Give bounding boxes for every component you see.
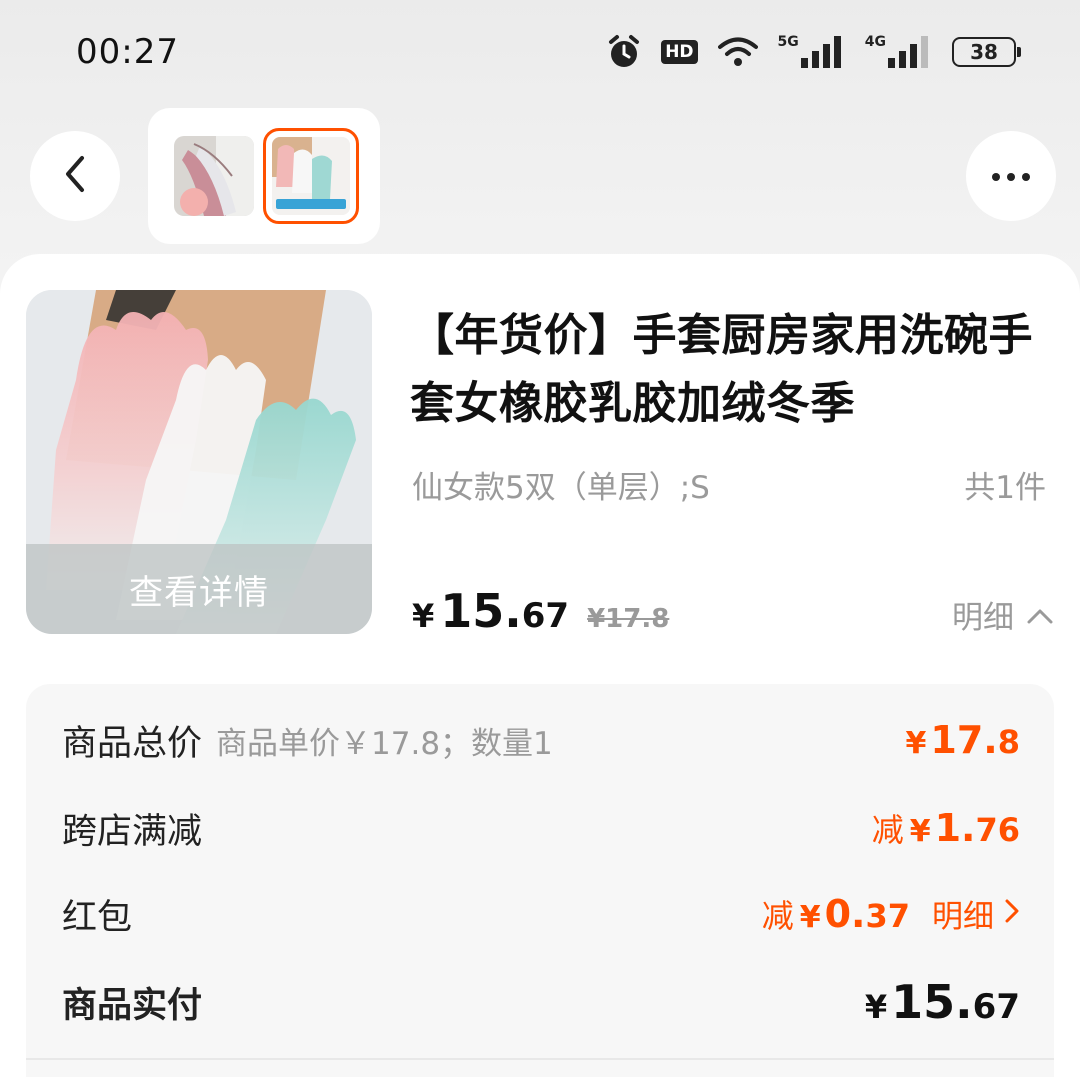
amount-currency: ¥ [905, 726, 927, 761]
thumbnail-1[interactable] [174, 136, 254, 216]
wifi-icon [717, 36, 758, 68]
original-price: ¥17.8 [587, 604, 670, 634]
price-breakdown: 商品总价 商品单价￥17.8；数量1 ¥ 17. 8 跨店满减 减 ¥ 1. 7… [26, 684, 1054, 1077]
breakdown-sub: 商品单价￥17.8；数量1 [216, 725, 553, 762]
battery-icon: 38 [952, 37, 1021, 67]
red-packet-detail-label: 明细 [932, 899, 994, 935]
breakdown-label: 跨店满减 [62, 811, 203, 852]
more-options-button[interactable] [966, 131, 1056, 221]
alarm-icon [607, 34, 641, 70]
view-detail-label[interactable]: 查看详情 [26, 544, 372, 634]
amount-decimal: 37 [865, 897, 910, 935]
product-price: ¥ 15. 67 ¥17.8 [412, 584, 669, 638]
breakdown-label: 商品实付 [62, 985, 203, 1026]
thumbnail-2-selected[interactable] [263, 128, 359, 224]
amount-currency: ¥ [909, 814, 931, 849]
more-horizontal-icon [991, 167, 1031, 186]
amount-decimal: 67 [972, 987, 1020, 1027]
product-image[interactable]: 查看详情 [26, 290, 372, 634]
chevron-left-icon [60, 154, 90, 198]
amount-integer: 1. [934, 806, 976, 850]
amount-integer: 15. [891, 975, 973, 1029]
breakdown-row-red-packet: 红包 减 ¥ 0. 37 明细 [62, 888, 1020, 940]
breakdown-label: 红包 [62, 897, 133, 938]
status-time: 00:27 [76, 32, 179, 72]
amount-integer: 17. [930, 718, 998, 762]
amount-decimal: 76 [975, 811, 1020, 849]
reduce-prefix: 减 [871, 811, 904, 849]
breakdown-row-total-price: 商品总价 商品单价￥17.8；数量1 ¥ 17. 8 [62, 714, 1020, 766]
product-sku: 仙女款5双（单层）;S [412, 470, 710, 506]
red-packet-detail-link[interactable]: 明细 [932, 891, 1020, 936]
breakdown-row-actual-paid: 商品实付 ¥ 15. 67 [62, 974, 1020, 1030]
status-bar: 00:27 HD 5G 4G 38 [0, 0, 1080, 100]
breakdown-label: 商品总价 [62, 723, 203, 764]
breakdown-amount: 减 ¥ 1. 76 [872, 805, 1020, 851]
amount-currency: ¥ [799, 900, 821, 935]
breakdown-amount: ¥ 17. 8 [906, 718, 1020, 762]
price-currency: ¥ [412, 597, 435, 635]
back-button[interactable] [30, 131, 120, 221]
order-item-card: 查看详情 【年货价】手套厨房家用洗碗手套女橡胶乳胶加绒冬季 仙女款5双（单层）;… [0, 254, 1080, 1077]
price-integer: 15. [440, 584, 522, 638]
price-detail-toggle[interactable]: 明细 [952, 592, 1054, 637]
reduce-prefix: 减 [761, 897, 794, 935]
breakdown-row-cross-store-discount: 跨店满减 减 ¥ 1. 76 [62, 802, 1020, 854]
hd-icon: HD [661, 40, 698, 64]
price-decimal: 67 [521, 596, 570, 636]
amount-currency: ¥ [864, 988, 888, 1026]
image-thumbnail-strip [148, 108, 380, 244]
amount-integer: 0. [824, 892, 866, 936]
breakdown-amount: 减 ¥ 0. 37 明细 [762, 891, 1020, 937]
chevron-right-icon [1004, 896, 1020, 932]
divider [26, 1058, 1054, 1060]
signal-4g-icon: 4G [865, 34, 932, 68]
breakdown-amount: ¥ 15. 67 [865, 975, 1020, 1029]
chevron-up-icon [1026, 597, 1054, 633]
signal-5g-icon: 5G [778, 34, 845, 68]
product-quantity: 共1件 [964, 470, 1046, 506]
status-icons: HD 5G 4G 38 [607, 30, 1021, 74]
product-title[interactable]: 【年货价】手套厨房家用洗碗手套女橡胶乳胶加绒冬季 [410, 302, 1050, 438]
detail-toggle-label: 明细 [952, 600, 1014, 636]
amount-decimal: 8 [997, 723, 1020, 761]
